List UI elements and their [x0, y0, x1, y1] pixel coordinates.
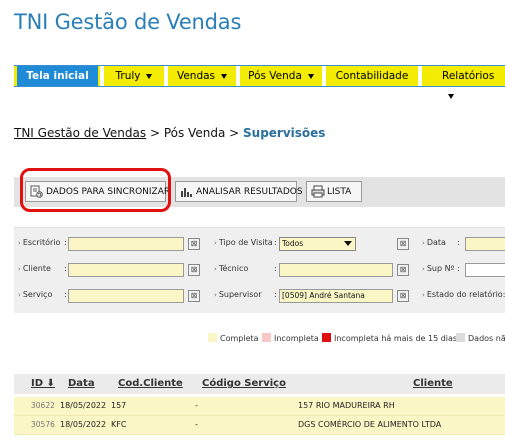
bar-chart-icon — [181, 188, 192, 197]
breadcrumb-link-home[interactable]: TNI Gestão de Vendas — [14, 126, 146, 140]
legend-swatch — [456, 333, 465, 342]
column-header-id[interactable]: ID ⬇ — [31, 378, 55, 389]
chevron-down-icon — [448, 93, 454, 99]
clear-escritorio-icon[interactable]: ⊠ — [188, 238, 200, 250]
analyze-results-button[interactable]: ANALISAR RESULTADOS — [175, 181, 303, 202]
nav-separator — [418, 66, 422, 86]
filter-colon: : — [64, 238, 67, 247]
clear-servico-icon[interactable]: ⊠ — [188, 290, 200, 302]
filter-colon: : — [274, 238, 277, 247]
nav-separator — [236, 66, 240, 86]
escritorio-input[interactable] — [68, 237, 184, 251]
nav-item-contabilidade[interactable]: Contabilidade — [328, 66, 416, 86]
nav-item-pos-venda[interactable]: Pós Venda — [242, 66, 320, 86]
nav-item-truly[interactable]: Truly — [106, 66, 162, 86]
filter-colon: : — [457, 238, 460, 247]
tecnico-input[interactable] — [279, 263, 393, 277]
breadcrumb-current: Supervisões — [243, 126, 326, 140]
filter-label-escritorio: › Escritório — [18, 238, 61, 247]
column-header-codigo-servico[interactable]: Código Serviço — [202, 378, 286, 389]
filter-label-sup-no: › Sup Nº — [422, 264, 455, 273]
table-row[interactable]: 30576 18/05/2022 KFC - DGS COMÉRCIO DE A… — [14, 416, 505, 435]
filter-colon: : — [274, 264, 277, 273]
breadcrumb-section: Pós Venda — [163, 126, 226, 140]
filter-label-estado: › Estado do relatório: — [422, 290, 505, 299]
cell-data: 18/05/2022 — [60, 401, 107, 410]
column-header-data[interactable]: Data — [68, 378, 95, 389]
cell-cod-cliente: KFC — [111, 420, 127, 429]
tipo-visita-select[interactable]: Todos — [279, 237, 356, 251]
cell-cliente: 157 RIO MADUREIRA RH — [298, 401, 395, 410]
filter-colon: : — [457, 264, 460, 273]
legend-item-dados-nao: Dados não — [456, 333, 505, 344]
column-header-cod-cliente[interactable]: Cod.Cliente — [118, 378, 183, 389]
legend-swatch — [208, 333, 217, 342]
filter-label-supervisor: › Supervisor — [214, 290, 262, 299]
filter-label-tipo-visita: › Tipo de Visita — [214, 238, 273, 247]
cell-codigo-servico: - — [195, 420, 198, 429]
legend-item-incompleta: Incompleta — [262, 333, 319, 344]
filter-colon: : — [64, 290, 67, 299]
nav-separator — [164, 66, 168, 86]
nav-separator — [322, 66, 326, 86]
nav-item-vendas[interactable]: Vendas — [170, 66, 234, 86]
clear-cliente-icon[interactable]: ⊠ — [188, 264, 200, 276]
breadcrumb: TNI Gestão de Vendas > Pós Venda > Super… — [14, 126, 325, 140]
cell-cod-cliente: 157 — [111, 401, 127, 410]
cell-codigo-servico: - — [195, 401, 198, 410]
chevron-down-icon — [344, 241, 352, 246]
legend-swatch — [322, 333, 331, 342]
main-navigation: Tela inicial Truly Vendas Pós Venda Cont… — [14, 65, 505, 99]
column-header-cliente[interactable]: Cliente — [413, 378, 453, 389]
app-title: TNI Gestão de Vendas — [14, 10, 242, 34]
legend-swatch — [262, 333, 271, 342]
servico-input[interactable] — [68, 289, 184, 303]
legend-item-completa: Completa — [208, 333, 259, 344]
nav-item-tela-inicial[interactable]: Tela inicial — [17, 66, 98, 86]
chevron-down-icon — [146, 73, 153, 79]
chevron-down-icon — [307, 73, 314, 79]
sup-no-input[interactable] — [465, 263, 505, 277]
clear-supervisor-icon[interactable]: ⊠ — [397, 290, 409, 302]
filter-label-tecnico: › Técnico — [214, 264, 249, 273]
filter-panel: › Escritório : ⊠ › Tipo de Visita : Todos … — [14, 227, 505, 313]
filter-label-servico: › Serviço — [18, 290, 53, 299]
analyze-results-label: ANALISAR RESULTADOS — [196, 187, 303, 197]
list-button[interactable]: LISTA — [306, 181, 362, 202]
filter-colon: : — [64, 264, 67, 273]
highlight-ring — [20, 168, 171, 212]
filter-colon: : — [274, 290, 277, 299]
cell-id: 30622 — [31, 401, 55, 410]
legend-item-incompleta-15-dias: Incompleta há mais de 15 dias — [322, 333, 457, 344]
chevron-down-icon — [221, 73, 228, 79]
clear-tipo-visita-icon[interactable]: ⊠ — [397, 238, 409, 250]
cell-id: 30576 — [31, 420, 55, 429]
clear-tecnico-icon[interactable]: ⊠ — [397, 264, 409, 276]
cell-cliente: DGS COMÉRCIO DE ALIMENTO LTDA — [298, 420, 442, 429]
supervisor-input[interactable]: [0509] André Santana — [279, 289, 393, 303]
nav-separator — [100, 66, 104, 86]
printer-icon — [311, 185, 325, 198]
table-row[interactable]: 30622 18/05/2022 157 - 157 RIO MADUREIRA… — [14, 397, 505, 416]
data-input[interactable] — [465, 237, 505, 251]
filter-row: › Serviço : ⊠ › Supervisor : [0509] André … — [14, 288, 505, 304]
table-header: ID ⬇ Data Cod.Cliente Código Serviço Cli… — [14, 374, 505, 394]
cell-data: 18/05/2022 — [60, 420, 107, 429]
cliente-input[interactable] — [68, 263, 184, 277]
breadcrumb-separator: > — [149, 126, 161, 140]
filter-row: › Cliente : ⊠ › Técnico : ⊠ › Sup Nº : — [14, 262, 505, 278]
filter-label-data: › Data — [422, 238, 446, 247]
breadcrumb-separator: > — [229, 126, 240, 140]
list-label: LISTA — [327, 187, 352, 197]
nav-item-relatorios[interactable]: Relatórios — [424, 66, 505, 99]
filter-row: › Escritório : ⊠ › Tipo de Visita : Todos … — [14, 236, 505, 252]
filter-label-cliente: › Cliente — [18, 264, 51, 273]
